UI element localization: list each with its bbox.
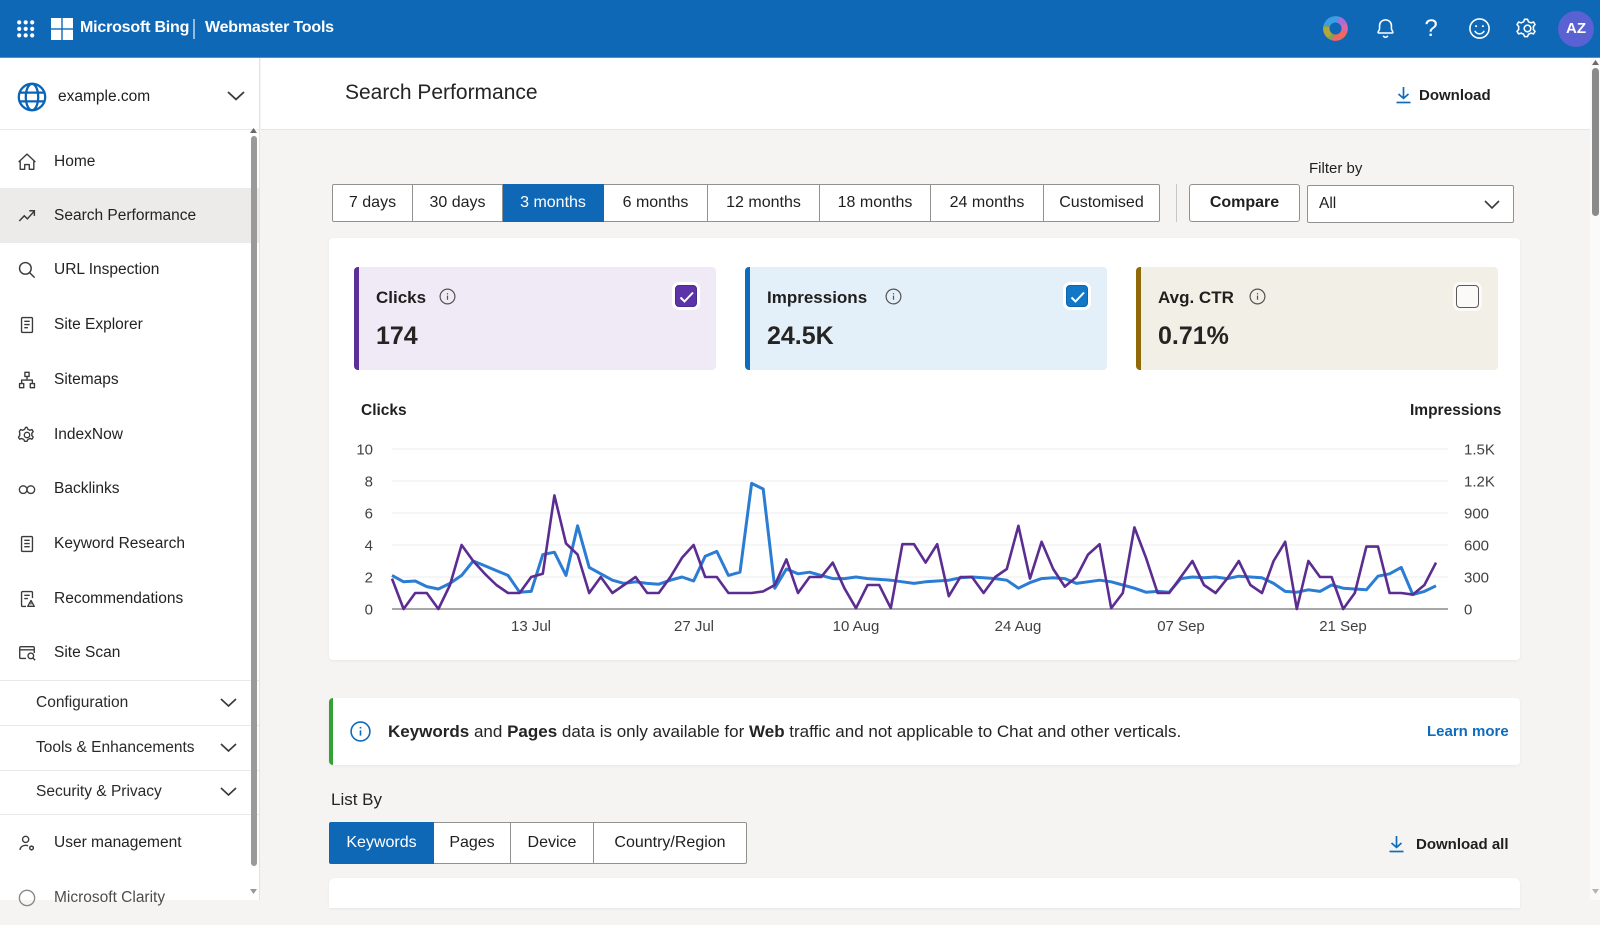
svg-text:6: 6 (365, 506, 373, 523)
svg-text:4: 4 (365, 538, 373, 555)
svg-text:13 Jul: 13 Jul (511, 618, 551, 635)
svg-text:07 Sep: 07 Sep (1157, 618, 1205, 635)
svg-text:1.2K: 1.2K (1464, 474, 1495, 491)
svg-text:900: 900 (1464, 506, 1489, 523)
svg-text:10: 10 (356, 442, 373, 459)
svg-text:8: 8 (365, 474, 373, 491)
svg-text:27 Jul: 27 Jul (674, 618, 714, 635)
svg-text:300: 300 (1464, 570, 1489, 587)
svg-text:1.5K: 1.5K (1464, 442, 1495, 459)
svg-text:10 Aug: 10 Aug (833, 618, 880, 635)
svg-text:2: 2 (365, 570, 373, 587)
svg-text:600: 600 (1464, 538, 1489, 555)
svg-text:0: 0 (1464, 602, 1472, 619)
svg-text:0: 0 (365, 602, 373, 619)
svg-text:21 Sep: 21 Sep (1319, 618, 1367, 635)
svg-text:24 Aug: 24 Aug (995, 618, 1042, 635)
